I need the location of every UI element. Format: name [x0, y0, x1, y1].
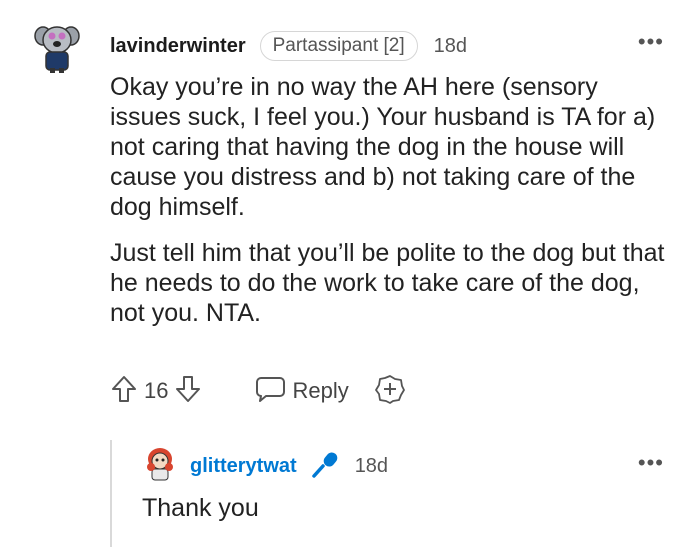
microphone-icon: [311, 449, 341, 484]
thread-line[interactable]: [110, 440, 112, 547]
downvote-arrow-icon[interactable]: [174, 374, 202, 409]
reply-header: glitterytwat 18d: [190, 451, 388, 479]
comment-paragraph: Okay you’re in no way the AH here (senso…: [110, 73, 656, 221]
comment-paragraph: Just tell him that you’ll be polite to t…: [110, 239, 665, 327]
add-award-button[interactable]: [374, 374, 405, 409]
reply-body: Thank you: [142, 494, 259, 522]
reply-button[interactable]: Reply: [254, 375, 349, 408]
reply-timestamp[interactable]: 18d: [355, 455, 388, 478]
upvote-arrow-icon[interactable]: [110, 374, 138, 409]
user-avatar[interactable]: [34, 22, 80, 74]
comment-header: lavinderwinter Partassipant [2] 18d: [110, 31, 467, 61]
reply-user-avatar[interactable]: [145, 447, 175, 481]
comment-actions: 16 Reply: [110, 374, 405, 408]
reply-label: Reply: [292, 378, 349, 403]
user-flair: Partassipant [2]: [259, 31, 418, 61]
timestamp[interactable]: 18d: [434, 35, 467, 58]
more-options-button[interactable]: •••: [638, 31, 664, 53]
comment: lavinderwinter Partassipant [2] 18d ••• …: [0, 0, 700, 547]
reply-username[interactable]: glitterytwat: [190, 455, 297, 478]
speech-bubble-icon: [254, 375, 286, 408]
comment-body: Okay you’re in no way the AH here (senso…: [110, 72, 670, 344]
add-award-icon: [374, 374, 405, 409]
username[interactable]: lavinderwinter: [110, 35, 246, 58]
vote-count: 16: [144, 378, 169, 403]
reply-more-options-button[interactable]: •••: [638, 452, 664, 474]
